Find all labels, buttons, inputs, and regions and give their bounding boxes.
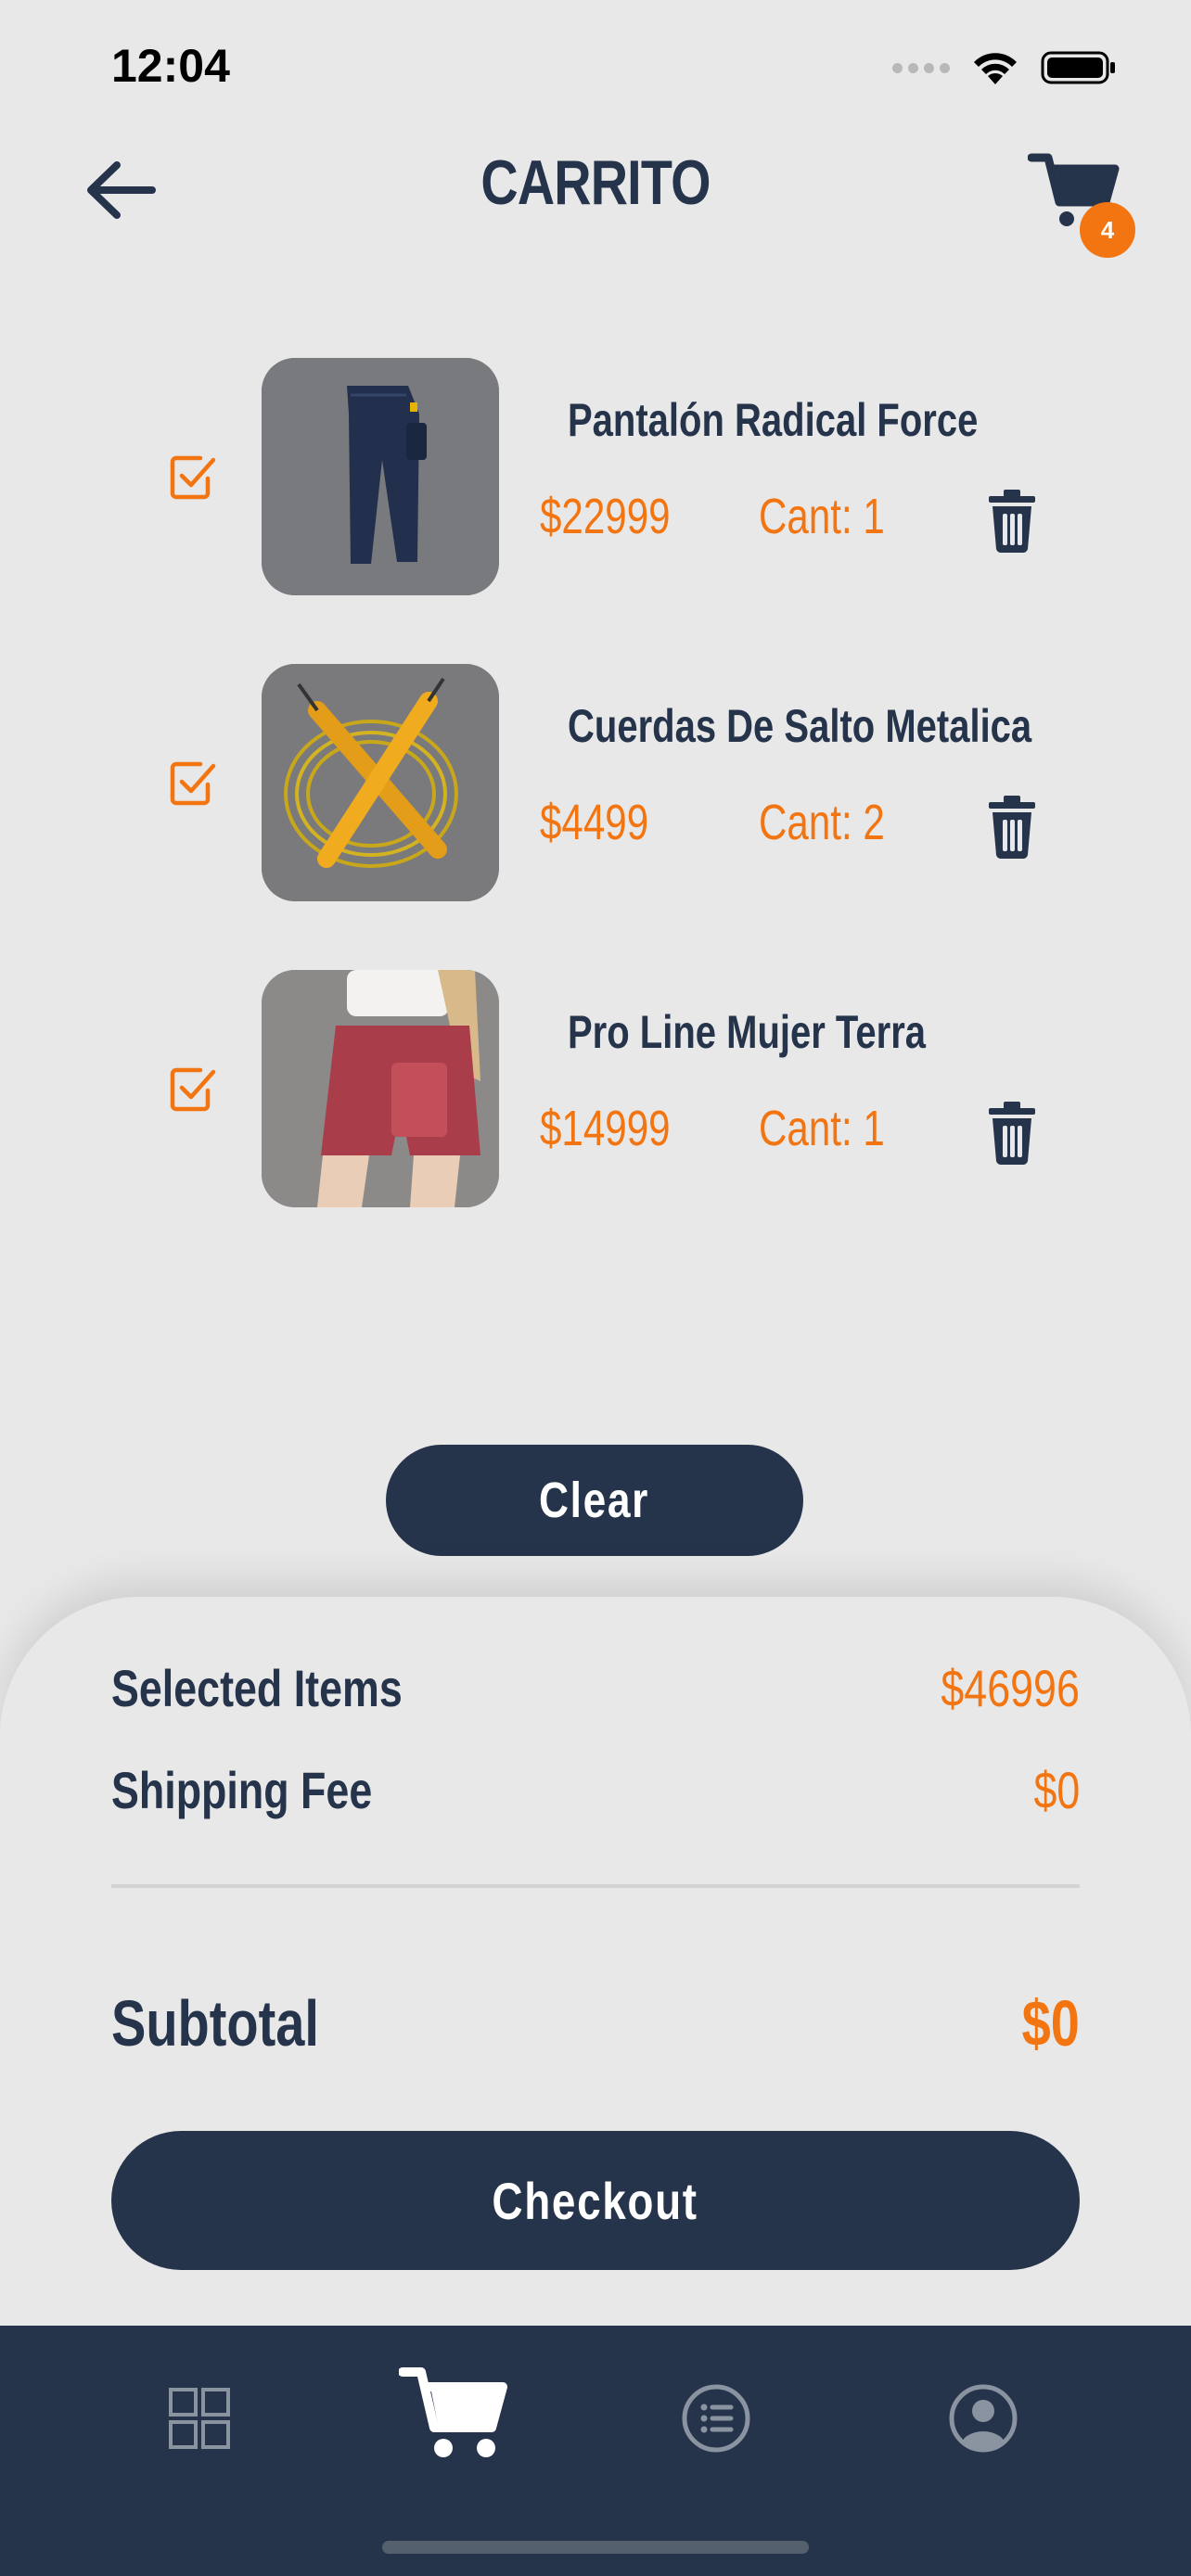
item-checkbox[interactable] bbox=[167, 451, 219, 503]
item-price: $14999 bbox=[540, 1101, 671, 1156]
summary-divider bbox=[111, 1884, 1080, 1888]
item-name: Pro Line Mujer Terra bbox=[568, 1006, 927, 1058]
battery-icon bbox=[1041, 51, 1115, 84]
selected-items-label: Selected Items bbox=[111, 1659, 403, 1717]
delete-item-button[interactable] bbox=[985, 794, 1039, 861]
cart-item: Cuerdas De Salto Metalica $4499 Cant: 2 bbox=[0, 664, 1191, 901]
delete-item-button[interactable] bbox=[985, 1100, 1039, 1167]
cart-count-badge: 4 bbox=[1080, 202, 1135, 258]
clear-button-label: Clear bbox=[539, 1473, 650, 1528]
shipping-fee-label: Shipping Fee bbox=[111, 1761, 373, 1819]
subtotal-value: $0 bbox=[1021, 1987, 1080, 2060]
shorts-image bbox=[262, 970, 499, 1207]
pants-image bbox=[262, 358, 499, 595]
nav-orders[interactable] bbox=[679, 2363, 753, 2474]
bottom-nav bbox=[0, 2326, 1191, 2576]
jump-rope-image bbox=[262, 664, 499, 901]
subtotal-row: Subtotal $0 bbox=[111, 1986, 1080, 2060]
item-name: Pantalón Radical Force bbox=[568, 394, 979, 446]
grid-icon bbox=[169, 2388, 230, 2449]
home-indicator bbox=[382, 2541, 809, 2554]
item-quantity: Cant: 2 bbox=[759, 795, 885, 850]
item-price: $22999 bbox=[540, 489, 671, 544]
nav-home[interactable] bbox=[158, 2363, 241, 2474]
trash-icon bbox=[989, 490, 1035, 554]
wifi-icon bbox=[974, 53, 1017, 84]
status-time: 12:04 bbox=[111, 40, 230, 92]
item-image[interactable] bbox=[262, 970, 499, 1207]
cart-item: Pantalón Radical Force $22999 Cant: 1 bbox=[0, 358, 1191, 595]
item-name: Cuerdas De Salto Metalica bbox=[568, 700, 1032, 752]
checkbox-checked-icon bbox=[170, 1067, 216, 1112]
shipping-fee-row: Shipping Fee $0 bbox=[111, 1760, 1080, 1820]
item-quantity: Cant: 1 bbox=[759, 489, 885, 544]
checkout-button[interactable]: Checkout bbox=[111, 2131, 1080, 2270]
nav-profile[interactable] bbox=[946, 2363, 1020, 2474]
selected-items-row: Selected Items $46996 bbox=[111, 1658, 1080, 1718]
order-summary-card: Selected Items $46996 Shipping Fee $0 Su… bbox=[0, 1597, 1191, 2339]
item-image[interactable] bbox=[262, 664, 499, 901]
cart-item: Pro Line Mujer Terra $14999 Cant: 1 bbox=[0, 970, 1191, 1207]
trash-icon bbox=[989, 1102, 1035, 1166]
checkbox-checked-icon bbox=[170, 761, 216, 806]
subtotal-label: Subtotal bbox=[111, 1987, 319, 2060]
item-price: $4499 bbox=[540, 795, 649, 850]
cart-icon bbox=[399, 2367, 507, 2457]
page-title: CARRITO bbox=[480, 147, 711, 218]
list-icon bbox=[682, 2384, 750, 2453]
item-checkbox[interactable] bbox=[167, 1063, 219, 1115]
clear-button[interactable]: Clear bbox=[386, 1445, 803, 1556]
item-checkbox[interactable] bbox=[167, 757, 219, 809]
profile-icon bbox=[949, 2384, 1018, 2453]
checkbox-checked-icon bbox=[170, 455, 216, 500]
checkout-button-label: Checkout bbox=[492, 2171, 699, 2230]
selected-items-value: $46996 bbox=[941, 1659, 1081, 1717]
nav-cart[interactable] bbox=[397, 2357, 512, 2468]
shipping-fee-value: $0 bbox=[1033, 1761, 1080, 1819]
item-image[interactable] bbox=[262, 358, 499, 595]
item-quantity: Cant: 1 bbox=[759, 1101, 885, 1156]
delete-item-button[interactable] bbox=[985, 488, 1039, 555]
status-icons bbox=[892, 45, 1117, 91]
signal-icon bbox=[892, 62, 950, 73]
trash-icon bbox=[989, 796, 1035, 860]
